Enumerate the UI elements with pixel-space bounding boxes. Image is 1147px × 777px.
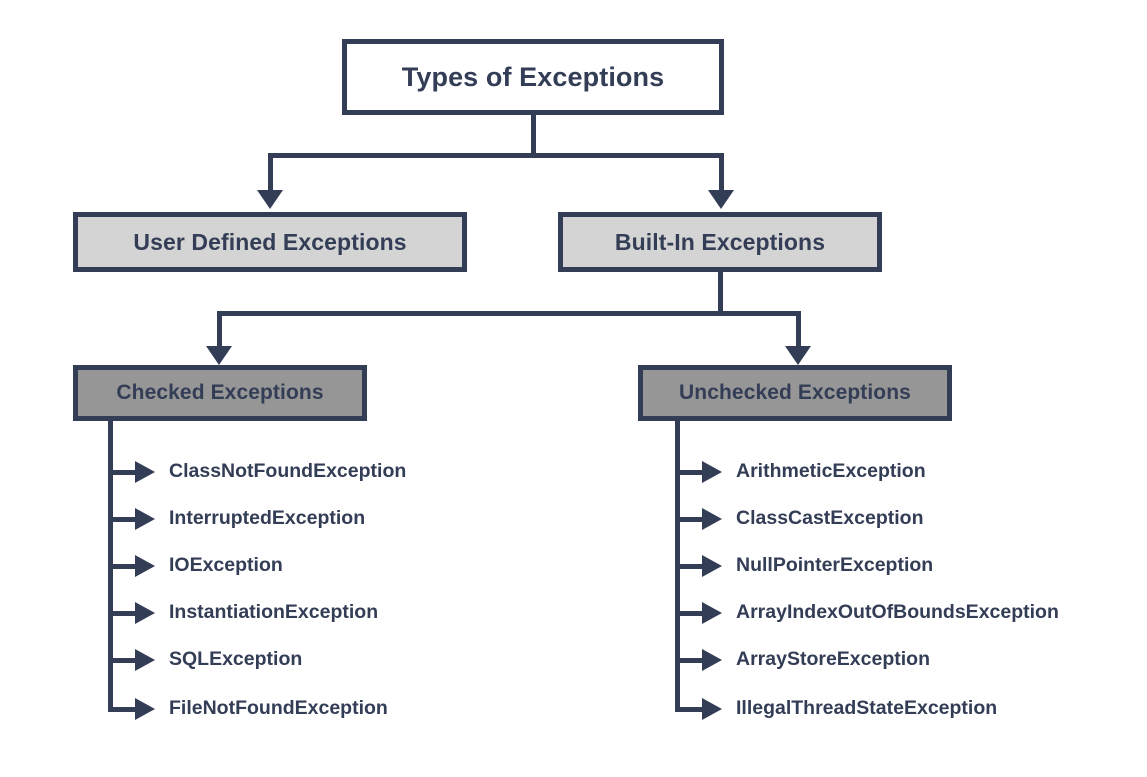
leaf-item: InstantiationException (108, 602, 378, 624)
connector-level2-bus (268, 153, 724, 158)
leaf-label: ClassCastException (736, 507, 924, 530)
node-label: User Defined Exceptions (133, 228, 407, 255)
arrow-to-unchecked-exceptions (785, 346, 811, 365)
arrow-to-user-defined-exceptions (257, 190, 283, 209)
leaf-stem (108, 657, 135, 663)
leaf-item: ArrayIndexOutOfBoundsException (675, 602, 1059, 624)
leaf-item: SQLException (108, 649, 302, 671)
leaf-label: IllegalThreadStateException (736, 697, 998, 720)
leaf-item: IOException (108, 555, 283, 577)
leaf-stem (675, 610, 702, 616)
arrow-to-checked-exceptions (206, 346, 232, 365)
leaf-item: InterruptedException (108, 508, 365, 530)
node-unchecked-exceptions: Unchecked Exceptions (638, 365, 952, 421)
arrow-right-icon (135, 602, 155, 624)
node-label: Built-In Exceptions (614, 228, 826, 255)
leaf-item: ArrayStoreException (675, 649, 930, 671)
arrow-right-icon (702, 461, 722, 483)
connector-builtin-trunk (718, 272, 723, 315)
leaf-stem (108, 706, 135, 712)
leaf-label: ArrayStoreException (736, 648, 930, 671)
node-built-in-exceptions: Built-In Exceptions (558, 212, 882, 272)
leaf-label: SQLException (169, 648, 303, 671)
leaf-item: NullPointerException (675, 555, 933, 577)
leaf-stem (108, 516, 135, 522)
leaf-label: FileNotFoundException (169, 697, 388, 720)
arrow-right-icon (135, 508, 155, 530)
leaf-stem (108, 563, 135, 569)
leaf-label: IOException (169, 554, 283, 577)
leaf-stem (675, 469, 702, 475)
leaf-stem (675, 657, 702, 663)
connector-level3-right-drop (796, 311, 801, 347)
leaf-item: IllegalThreadStateException (675, 698, 997, 720)
node-label: Unchecked Exceptions (679, 381, 911, 404)
leaf-item: ClassCastException (675, 508, 924, 530)
leaf-label: NullPointerException (736, 554, 934, 577)
node-checked-exceptions: Checked Exceptions (73, 365, 367, 421)
arrow-right-icon (135, 555, 155, 577)
leaf-label: ClassNotFoundException (169, 460, 407, 483)
arrow-to-built-in-exceptions (708, 190, 734, 209)
arrow-right-icon (702, 555, 722, 577)
connector-level2-left-drop (268, 153, 273, 191)
node-types-of-exceptions: Types of Exceptions (342, 39, 724, 115)
leaf-item: FileNotFoundException (108, 698, 388, 720)
connector-level2-right-drop (719, 153, 724, 191)
leaf-stem (108, 469, 135, 475)
exception-hierarchy-diagram: Types of Exceptions User Defined Excepti… (0, 0, 1147, 777)
connector-level3-bus (217, 311, 801, 316)
leaf-label: InstantiationException (169, 601, 379, 624)
leaf-stem (675, 516, 702, 522)
arrow-right-icon (702, 602, 722, 624)
node-user-defined-exceptions: User Defined Exceptions (73, 212, 467, 272)
leaf-stem (675, 706, 702, 712)
arrow-right-icon (135, 649, 155, 671)
leaf-item: ClassNotFoundException (108, 461, 406, 483)
leaf-label: InterruptedException (169, 507, 366, 530)
connector-level3-left-drop (217, 311, 222, 347)
node-label: Checked Exceptions (116, 381, 324, 404)
leaf-item: ArithmeticException (675, 461, 926, 483)
arrow-right-icon (702, 698, 722, 720)
connector-root-trunk (531, 115, 536, 157)
leaf-stem (108, 610, 135, 616)
leaf-label: ArrayIndexOutOfBoundsException (736, 601, 1059, 624)
arrow-right-icon (135, 698, 155, 720)
leaf-label: ArithmeticException (736, 460, 926, 483)
leaf-stem (675, 563, 702, 569)
arrow-right-icon (702, 508, 722, 530)
node-label: Types of Exceptions (401, 61, 665, 92)
arrow-right-icon (135, 461, 155, 483)
arrow-right-icon (702, 649, 722, 671)
